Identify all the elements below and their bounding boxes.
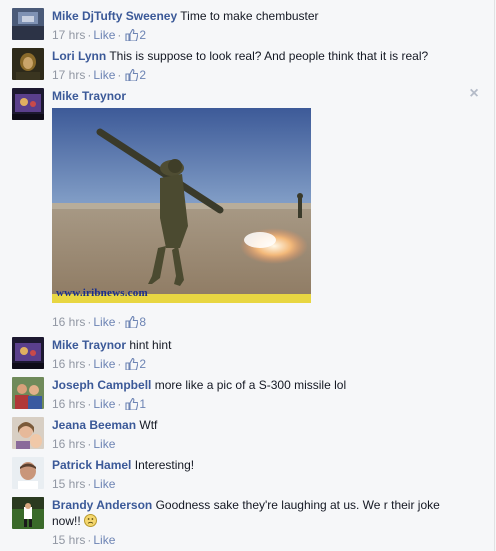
thumbs-up-icon[interactable] bbox=[125, 315, 139, 332]
timestamp[interactable]: 17 hrs bbox=[52, 68, 85, 82]
comment-text: more like a pic of a S-300 missile lol bbox=[154, 378, 347, 392]
like-link[interactable]: Like bbox=[93, 28, 115, 42]
comment-author[interactable]: Joseph Campbell bbox=[52, 378, 151, 392]
comment: Mike Traynor hint hint 16 hrs · Like · 2 bbox=[0, 337, 494, 373]
comment-text: Interesting! bbox=[134, 458, 195, 472]
comment: Jeana Beeman Wtf 16 hrs · Like bbox=[0, 417, 494, 453]
timestamp[interactable]: 15 hrs bbox=[52, 533, 85, 547]
separator: · bbox=[117, 315, 122, 329]
timestamp[interactable]: 15 hrs bbox=[52, 477, 85, 491]
avatar[interactable] bbox=[12, 417, 44, 449]
comment-text: hint hint bbox=[129, 338, 172, 352]
comment-text: Wtf bbox=[139, 418, 158, 432]
thumbs-up-icon[interactable] bbox=[125, 397, 139, 414]
separator: · bbox=[117, 28, 122, 42]
like-count[interactable]: 8 bbox=[139, 315, 146, 329]
separator: · bbox=[87, 477, 92, 491]
separator: · bbox=[117, 397, 122, 411]
close-icon[interactable]: × bbox=[468, 86, 480, 102]
comment-author[interactable]: Brandy Anderson bbox=[52, 498, 152, 512]
comment-author[interactable]: Patrick Hamel bbox=[52, 458, 131, 472]
like-count[interactable]: 2 bbox=[139, 68, 146, 82]
like-link[interactable]: Like bbox=[93, 477, 115, 491]
like-link[interactable]: Like bbox=[93, 315, 115, 329]
timestamp[interactable]: 16 hrs bbox=[52, 315, 85, 329]
comment-meta: 17 hrs · Like · 2 bbox=[52, 67, 464, 85]
comment-text: Time to make chembuster bbox=[180, 9, 319, 23]
comment-author[interactable]: Mike Traynor bbox=[52, 89, 126, 103]
comment: Brandy Anderson Goodness sake they're la… bbox=[0, 497, 494, 547]
attached-photo[interactable]: www.iribnews.com bbox=[52, 108, 311, 303]
comment-meta: 16 hrs · Like · 8 bbox=[52, 314, 464, 332]
separator: · bbox=[87, 68, 92, 82]
like-link[interactable]: Like bbox=[93, 397, 115, 411]
separator: · bbox=[87, 357, 92, 371]
separator: · bbox=[117, 357, 122, 371]
frown-emoji-icon bbox=[84, 514, 98, 527]
avatar[interactable] bbox=[12, 337, 44, 369]
avatar[interactable] bbox=[12, 497, 44, 529]
like-count[interactable]: 1 bbox=[139, 397, 146, 411]
comment-author[interactable]: Jeana Beeman bbox=[52, 418, 136, 432]
like-link[interactable]: Like bbox=[93, 357, 115, 371]
comment-author[interactable]: Lori Lynn bbox=[52, 49, 106, 63]
avatar[interactable] bbox=[12, 8, 44, 40]
comment-meta: 17 hrs · Like · 2 bbox=[52, 27, 464, 45]
comment-author[interactable]: Mike Traynor bbox=[52, 338, 126, 352]
timestamp[interactable]: 17 hrs bbox=[52, 28, 85, 42]
avatar[interactable] bbox=[12, 377, 44, 409]
comment-author[interactable]: Mike DjTufty Sweeney bbox=[52, 9, 177, 23]
timestamp[interactable]: 16 hrs bbox=[52, 437, 85, 451]
comment-meta: 15 hrs · Like bbox=[52, 476, 464, 492]
comment: Patrick Hamel Interesting! 15 hrs · Like bbox=[0, 457, 494, 493]
separator: · bbox=[87, 533, 92, 547]
separator: · bbox=[87, 315, 92, 329]
like-link[interactable]: Like bbox=[93, 68, 115, 82]
comment-meta: 16 hrs · Like bbox=[52, 436, 464, 452]
like-count[interactable]: 2 bbox=[139, 357, 146, 371]
separator: · bbox=[87, 28, 92, 42]
comment: Lori Lynn This is suppose to look real? … bbox=[0, 48, 494, 84]
timestamp[interactable]: 16 hrs bbox=[52, 357, 85, 371]
separator: · bbox=[117, 68, 122, 82]
comment-meta: 15 hrs · Like bbox=[52, 532, 464, 548]
separator: · bbox=[87, 437, 92, 451]
comment-meta: 16 hrs · Like · 1 bbox=[52, 396, 464, 414]
separator: · bbox=[87, 397, 92, 411]
timestamp[interactable]: 16 hrs bbox=[52, 397, 85, 411]
avatar[interactable] bbox=[12, 48, 44, 80]
thumbs-up-icon[interactable] bbox=[125, 68, 139, 85]
photo-caption: www.iribnews.com bbox=[56, 287, 148, 299]
like-count[interactable]: 2 bbox=[139, 28, 146, 42]
like-link[interactable]: Like bbox=[93, 533, 115, 547]
comment-meta: 16 hrs · Like · 2 bbox=[52, 356, 464, 374]
comment: Joseph Campbell more like a pic of a S-3… bbox=[0, 377, 494, 413]
like-link[interactable]: Like bbox=[93, 437, 115, 451]
comment-footer: 16 hrs · Like · 8 bbox=[0, 314, 494, 330]
comment-thread: Mike DjTufty Sweeney Time to make chembu… bbox=[0, 0, 495, 551]
thumbs-up-icon[interactable] bbox=[125, 28, 139, 45]
comment-text: This is suppose to look real? And people… bbox=[109, 49, 429, 63]
thumbs-up-icon[interactable] bbox=[125, 357, 139, 374]
avatar[interactable] bbox=[12, 457, 44, 489]
comment: Mike DjTufty Sweeney Time to make chembu… bbox=[0, 8, 494, 44]
avatar[interactable] bbox=[12, 88, 44, 120]
